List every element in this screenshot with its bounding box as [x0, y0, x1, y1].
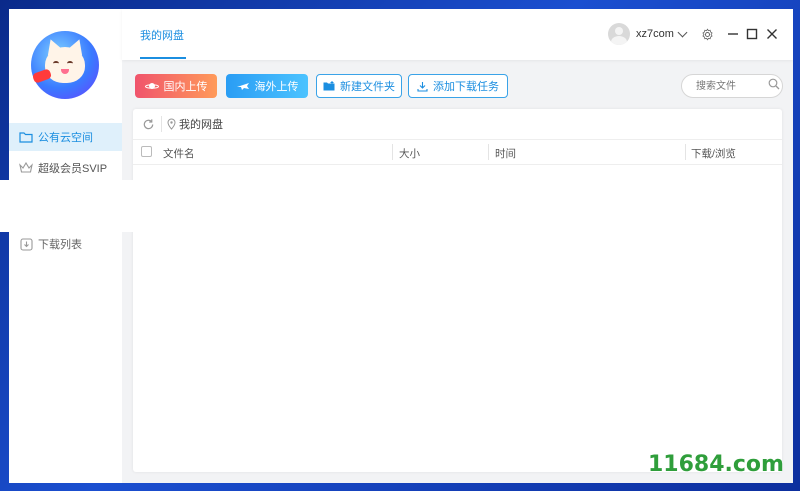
app-window: 公有云空间 超级会员SVIP 下载列表 我的网盘 xz7com 国内上传 海外上…	[9, 9, 793, 483]
chevron-down-icon	[677, 27, 688, 37]
maximize-button[interactable]	[745, 27, 759, 41]
download-list-icon	[19, 237, 33, 251]
table-header: 文件名 大小 时间 下载/浏览	[133, 140, 782, 165]
sidebar-item-svip[interactable]: 超级会员SVIP	[9, 154, 122, 182]
breadcrumb: 我的网盘	[133, 109, 782, 140]
close-button[interactable]	[765, 27, 779, 41]
search-input[interactable]	[694, 79, 768, 93]
overseas-upload-button[interactable]: 海外上传	[226, 74, 308, 98]
logo-face	[45, 47, 85, 83]
sidebar-item-public-cloud[interactable]: 公有云空间	[9, 123, 122, 151]
search-icon[interactable]	[768, 77, 780, 95]
search-box	[681, 74, 783, 98]
logo-cape	[31, 68, 53, 84]
sidebar-item-label: 公有云空间	[38, 132, 93, 144]
crown-icon	[19, 161, 33, 175]
tab-my-drive[interactable]: 我的网盘	[140, 27, 184, 43]
breadcrumb-item[interactable]: 我的网盘	[179, 116, 223, 132]
location-pin-icon	[167, 118, 176, 130]
logo-eye-right	[67, 61, 73, 66]
airplane-icon	[236, 81, 250, 91]
sidebar-item-label: 超级会员SVIP	[38, 163, 108, 175]
column-divider	[392, 144, 393, 160]
folder-icon	[19, 130, 33, 144]
user-menu[interactable]: xz7com	[608, 23, 688, 45]
main-area: 我的网盘 xz7com 国内上传 海外上传 新建文件夹 添加下载任务 搜索文件 …	[122, 9, 793, 483]
new-folder-button[interactable]: 新建文件夹	[316, 74, 402, 98]
app-logo	[31, 31, 99, 99]
column-header-time[interactable]: 时间	[495, 146, 516, 161]
download-icon	[417, 81, 428, 92]
column-header-size[interactable]: 大小	[399, 146, 420, 161]
refresh-icon[interactable]	[141, 117, 155, 131]
file-panel: 我的网盘 文件名 大小 时间 下载/浏览	[133, 109, 782, 472]
tab-underline	[140, 57, 186, 59]
select-all-checkbox[interactable]	[141, 146, 152, 157]
gear-icon[interactable]	[700, 27, 714, 41]
username: xz7com	[636, 28, 674, 40]
top-bar: 我的网盘 xz7com	[122, 9, 793, 60]
avatar	[608, 23, 630, 45]
column-header-filename[interactable]: 文件名	[163, 146, 195, 161]
column-header-download-browse[interactable]: 下载/浏览	[691, 146, 736, 161]
sidebar: 公有云空间 超级会员SVIP 下载列表	[9, 9, 122, 483]
new-folder-label: 新建文件夹	[340, 81, 395, 93]
overseas-upload-label: 海外上传	[254, 81, 299, 93]
column-divider	[685, 144, 686, 160]
add-download-task-button[interactable]: 添加下载任务	[408, 74, 508, 98]
sidebar-item-download-list[interactable]: 下载列表	[9, 230, 122, 258]
logo-eye-left	[53, 61, 59, 66]
domestic-upload-label: 国内上传	[163, 81, 208, 93]
add-download-task-label: 添加下载任务	[433, 81, 499, 93]
planet-icon	[144, 81, 159, 91]
occluding-panel	[0, 180, 151, 232]
new-folder-icon	[323, 81, 335, 91]
sidebar-item-label: 下载列表	[38, 239, 82, 251]
domestic-upload-button[interactable]: 国内上传	[135, 74, 217, 98]
divider	[161, 116, 162, 132]
watermark-logo: 11684.com	[648, 452, 784, 477]
toolbar: 国内上传 海外上传 新建文件夹 添加下载任务	[122, 71, 793, 101]
minimize-button[interactable]	[726, 27, 740, 41]
column-divider	[488, 144, 489, 160]
